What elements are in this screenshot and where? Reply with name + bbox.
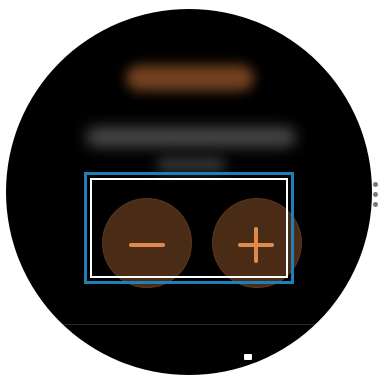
callout-highlight-inner	[90, 178, 288, 278]
bottom-divider	[6, 324, 372, 325]
callout-highlight-box	[84, 172, 294, 284]
more-dot	[373, 192, 378, 197]
page-indicator	[244, 354, 252, 360]
screenshot-frame	[0, 0, 382, 385]
more-dot	[373, 202, 378, 207]
blurred-title	[126, 65, 254, 91]
more-options-icon[interactable]	[373, 182, 379, 212]
more-dot	[373, 182, 378, 187]
blurred-description-line-2	[156, 157, 226, 173]
blurred-description-line-1	[86, 127, 296, 147]
